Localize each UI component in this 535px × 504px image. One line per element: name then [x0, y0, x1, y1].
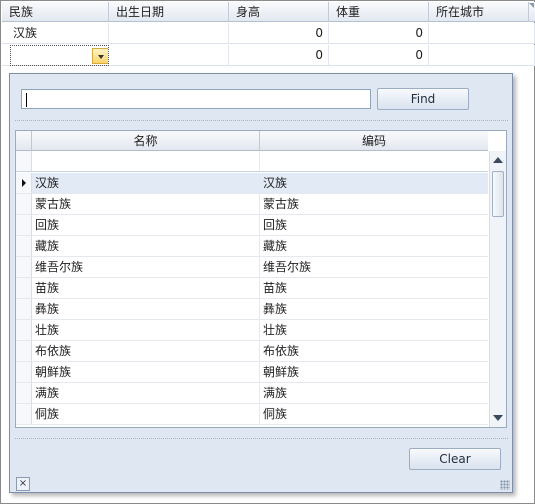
row-indicator [16, 362, 32, 382]
scroll-up-icon[interactable] [493, 157, 503, 163]
ethnic-combo-editor[interactable] [10, 45, 109, 66]
grid-row[interactable]: 0 0 [2, 45, 535, 66]
cell-code[interactable]: 彝族 [260, 299, 488, 319]
cell-ethnic[interactable]: 汉族 [2, 23, 109, 44]
cell-height[interactable]: 0 [229, 45, 329, 66]
text-caret [26, 92, 27, 107]
divider [15, 438, 508, 439]
list-item[interactable]: 朝鲜族 朝鲜族 [16, 362, 488, 383]
list-item[interactable]: 回族 回族 [16, 215, 488, 236]
list-item[interactable]: 蒙古族 蒙古族 [16, 194, 488, 215]
column-header-name[interactable]: 名称 [32, 131, 260, 151]
lookup-grid: 名称 编码 汉族 汉族 蒙古族 蒙古族 回族 回族 藏族 藏族 维吾尔族 维吾尔族 苗族 苗族 彝族 彝族… [15, 130, 507, 428]
divider [15, 120, 508, 121]
cell-code[interactable]: 苗族 [260, 278, 488, 298]
grid-header: 民族 出生日期 身高 体重 所在城市 [2, 2, 535, 22]
cell-city[interactable] [429, 23, 535, 44]
row-indicator [16, 404, 32, 424]
search-input[interactable] [21, 89, 371, 109]
cell-name[interactable]: 彝族 [32, 299, 260, 319]
cell-name[interactable]: 布依族 [32, 341, 260, 361]
cell-name[interactable]: 侗族 [32, 404, 260, 424]
cell-code[interactable]: 藏族 [260, 236, 488, 256]
cell-name[interactable]: 维吾尔族 [32, 257, 260, 277]
cell-code[interactable]: 蒙古族 [260, 194, 488, 214]
list-item[interactable]: 彝族 彝族 [16, 299, 488, 320]
close-icon[interactable]: × [16, 477, 30, 491]
cell-name[interactable]: 壮族 [32, 320, 260, 340]
row-indicator [16, 173, 32, 193]
indicator-header [16, 131, 32, 151]
column-header-ethnic[interactable]: 民族 [2, 2, 109, 22]
list-item[interactable]: 维吾尔族 维吾尔族 [16, 257, 488, 278]
scroll-thumb[interactable] [492, 171, 504, 217]
find-button[interactable]: Find [377, 88, 469, 110]
list-item[interactable]: 侗族 侗族 [16, 404, 488, 425]
scroll-down-icon[interactable] [493, 415, 503, 421]
row-indicator [16, 341, 32, 361]
cell-city[interactable] [429, 45, 535, 66]
column-header-city[interactable]: 所在城市 [429, 2, 529, 22]
lookup-grid-header: 名称 编码 [16, 131, 488, 151]
cell-code[interactable]: 汉族 [260, 173, 488, 193]
cell-weight[interactable]: 0 [329, 23, 429, 44]
cell-name[interactable]: 苗族 [32, 278, 260, 298]
row-indicator [16, 236, 32, 256]
cell-name[interactable]: 朝鲜族 [32, 362, 260, 382]
row-indicator [16, 383, 32, 403]
row-indicator [16, 215, 32, 235]
list-item[interactable]: 汉族 汉族 [16, 173, 488, 194]
list-item[interactable]: 满族 满族 [16, 383, 488, 404]
cell-name[interactable]: 回族 [32, 215, 260, 235]
cell-code[interactable]: 维吾尔族 [260, 257, 488, 277]
row-indicator-icon [22, 179, 26, 187]
column-header-weight[interactable]: 体重 [329, 2, 429, 22]
list-item[interactable]: 藏族 藏族 [16, 236, 488, 257]
lookup-popup: Find 名称 编码 汉族 汉族 蒙古族 蒙古族 回族 回族 藏族 藏族 维吾尔族 维吾尔族 苗族苗… [9, 73, 513, 493]
filter-row-indicator [16, 151, 32, 171]
row-indicator [16, 278, 32, 298]
row-indicator [16, 299, 32, 319]
cell-weight[interactable]: 0 [329, 45, 429, 66]
clear-button[interactable]: Clear [409, 448, 501, 470]
cell-height[interactable]: 0 [229, 23, 329, 44]
column-header-code[interactable]: 编码 [260, 131, 488, 151]
row-indicator [16, 257, 32, 277]
cell-name[interactable]: 蒙古族 [32, 194, 260, 214]
filter-row[interactable] [16, 151, 488, 172]
grid-row[interactable]: 汉族 0 0 [2, 23, 535, 44]
cell-name[interactable]: 汉族 [32, 173, 260, 193]
column-header-height[interactable]: 身高 [229, 2, 329, 22]
cell-code[interactable]: 布依族 [260, 341, 488, 361]
list-item[interactable]: 壮族 壮族 [16, 320, 488, 341]
vertical-scrollbar[interactable] [489, 151, 506, 427]
cell-code[interactable]: 朝鲜族 [260, 362, 488, 382]
list-item[interactable]: 布依族 布依族 [16, 341, 488, 362]
row-indicator [16, 194, 32, 214]
row-indicator [16, 320, 32, 340]
filter-cell-code[interactable] [260, 151, 488, 171]
column-header-birthdate[interactable]: 出生日期 [109, 2, 229, 22]
cell-name[interactable]: 藏族 [32, 236, 260, 256]
resize-grip-icon[interactable] [500, 480, 510, 490]
cell-birthdate[interactable] [109, 23, 229, 44]
cell-code[interactable]: 侗族 [260, 404, 488, 424]
cell-name[interactable]: 满族 [32, 383, 260, 403]
cell-code[interactable]: 满族 [260, 383, 488, 403]
cell-code[interactable]: 壮族 [260, 320, 488, 340]
filter-cell-name[interactable] [32, 151, 260, 171]
cell-birthdate[interactable] [109, 45, 229, 66]
cell-code[interactable]: 回族 [260, 215, 488, 235]
column-chooser-icon[interactable] [527, 2, 535, 10]
chevron-down-icon[interactable] [92, 48, 108, 64]
list-item[interactable]: 苗族 苗族 [16, 278, 488, 299]
